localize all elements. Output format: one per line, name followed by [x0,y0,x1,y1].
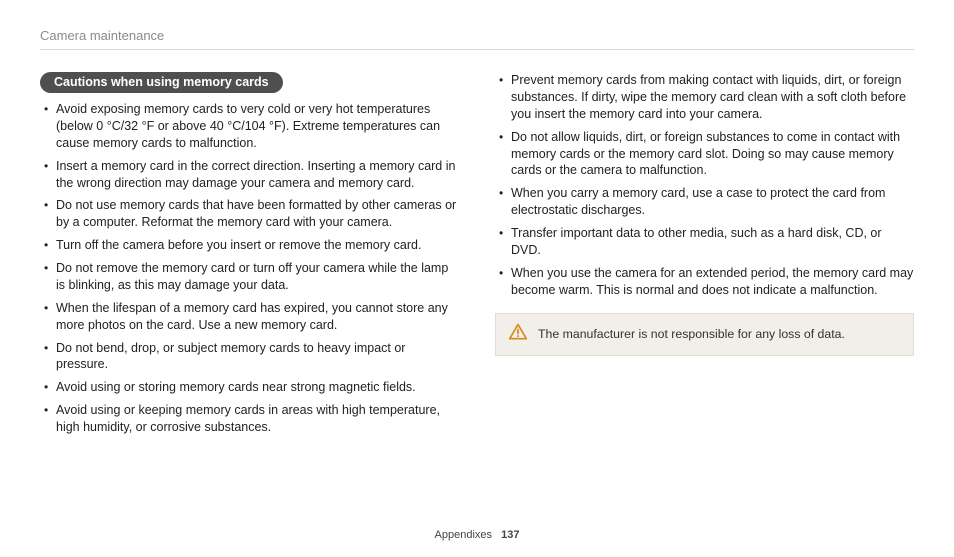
manual-page: Camera maintenance Cautions when using m… [0,0,954,557]
warning-icon [508,322,528,347]
list-item: Insert a memory card in the correct dire… [44,158,459,192]
list-item: When you carry a memory card, use a case… [499,185,914,219]
list-item: Do not remove the memory card or turn of… [44,260,459,294]
list-item: Avoid using or storing memory cards near… [44,379,459,396]
list-item: Do not allow liquids, dirt, or foreign s… [499,129,914,180]
left-bullet-list: Avoid exposing memory cards to very cold… [40,101,459,436]
section-title: Camera maintenance [40,28,164,43]
list-item: Do not use memory cards that have been f… [44,197,459,231]
page-footer: Appendixes 137 [0,529,954,541]
right-column: Prevent memory cards from making contact… [495,72,914,442]
section-header: Camera maintenance [40,28,914,50]
list-item: Transfer important data to other media, … [499,225,914,259]
list-item: Avoid using or keeping memory cards in a… [44,402,459,436]
left-column: Cautions when using memory cards Avoid e… [40,72,459,442]
page-number: 137 [501,529,519,541]
warning-text: The manufacturer is not responsible for … [538,327,845,341]
list-item: When you use the camera for an extended … [499,265,914,299]
list-item: Prevent memory cards from making contact… [499,72,914,123]
list-item: When the lifespan of a memory card has e… [44,300,459,334]
list-item: Turn off the camera before you insert or… [44,237,459,254]
warning-callout: The manufacturer is not responsible for … [495,313,914,356]
right-bullet-list: Prevent memory cards from making contact… [495,72,914,299]
list-item: Do not bend, drop, or subject memory car… [44,340,459,374]
footer-label: Appendixes [435,529,493,541]
content-columns: Cautions when using memory cards Avoid e… [40,72,914,442]
list-item: Avoid exposing memory cards to very cold… [44,101,459,152]
cautions-badge: Cautions when using memory cards [40,72,283,93]
